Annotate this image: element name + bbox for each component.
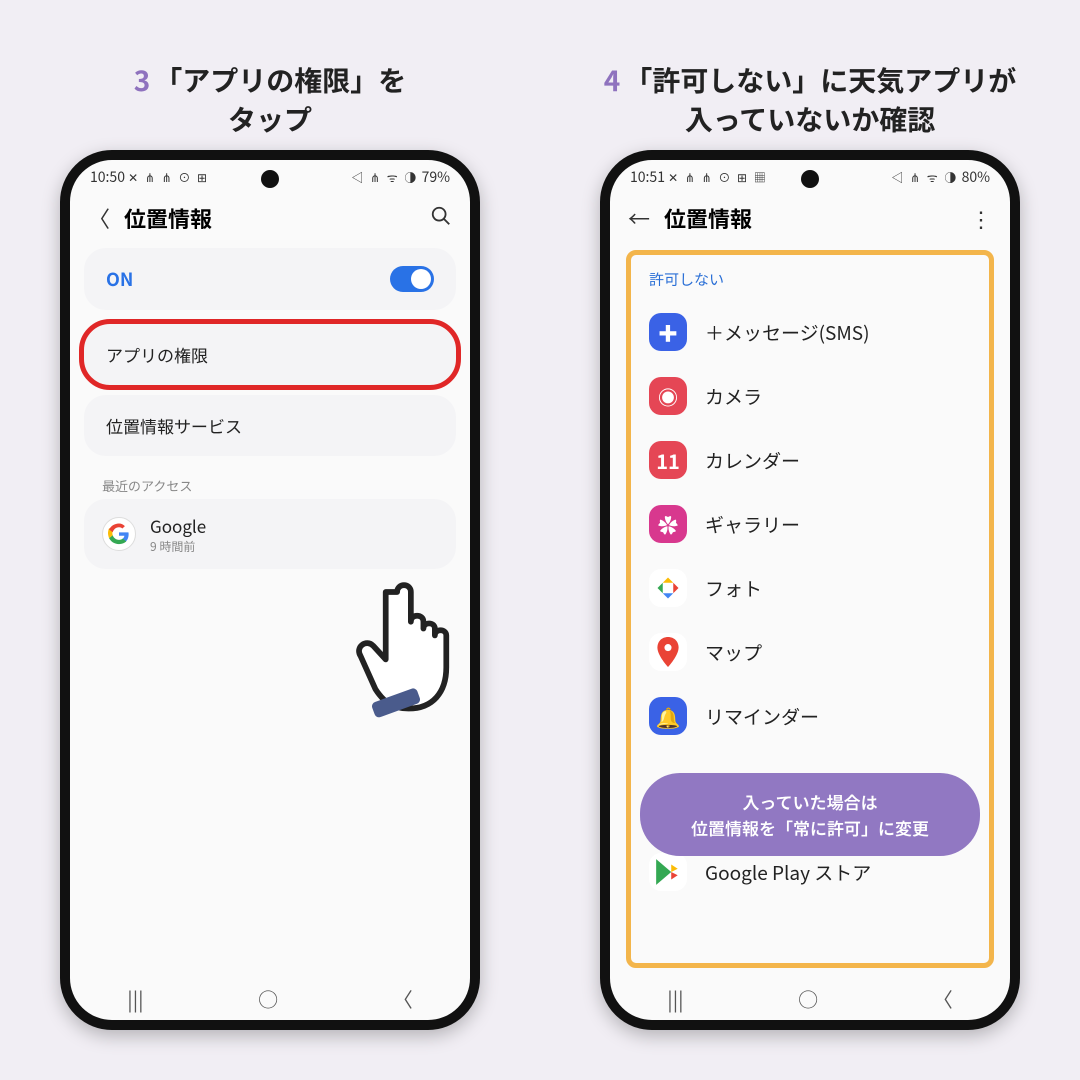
step4-caption: 4「許可しない」に天気アプリが 入っていないか確認 [604,50,1017,150]
on-label: ON [106,266,133,292]
camera-icon: ◉ [649,377,687,415]
step3-number: 3 [134,60,151,100]
step3-caption: 3「アプリの権限」を タップ [134,50,407,150]
phone-right: 10:51 ✕ ⋔ ⋔ ⊙ ⊞ ▦ ◁ ⋔ ᯤ ◑ 80% ← 位置情報 ⋮ 許… [600,150,1020,1030]
step3: 3「アプリの権限」を タップ 10:50 ✕ ⋔ ⋔ ⊙ ⊞ ◁ ⋔ ᯤ ◑ 7… [20,50,520,1030]
highlight-box: 許可しない ✚ ＋メッセージ(SMS) ◉ カメラ 11 カレンダー ✿ ギャラ… [626,250,994,968]
app-row-gallery[interactable]: ✿ ギャラリー [637,492,983,556]
playstore-icon [649,853,687,891]
page-title: 位置情報 [664,202,752,234]
app-row-camera[interactable]: ◉ カメラ [637,364,983,428]
app-row-maps[interactable]: マップ [637,620,983,684]
content: ON アプリの権限 位置情報サービス 最近のアクセス Google 9 時間前 [70,248,470,976]
phone-left: 10:50 ✕ ⋔ ⋔ ⊙ ⊞ ◁ ⋔ ᯤ ◑ 79% 〈 位置情報 ON アプ… [60,150,480,1030]
instruction-pill: 入っていた場合は 位置情報を「常に許可」に変更 [640,773,980,856]
recent-access-label: 最近のアクセス [84,466,456,499]
app-permissions-row[interactable]: アプリの権限 [84,324,456,385]
search-icon[interactable] [430,202,452,234]
nav-recent-icon[interactable]: ||| [127,984,143,1013]
app-row-photos[interactable]: フォト [637,556,983,620]
google-icon [102,517,136,551]
nav-home-icon[interactable]: ○ [798,984,818,1013]
maps-icon [649,633,687,671]
recent-app-name: Google [150,513,206,538]
calendar-icon: 11 [649,441,687,479]
photos-icon [649,569,687,607]
nav-back-icon[interactable]: 〈 [933,984,953,1013]
sms-icon: ✚ [649,313,687,351]
location-service-row[interactable]: 位置情報サービス [84,395,456,456]
app-row-calendar[interactable]: 11 カレンダー [637,428,983,492]
toggle-on-icon[interactable] [390,266,434,292]
nav-home-icon[interactable]: ○ [258,984,278,1013]
camera-hole [801,170,819,188]
location-toggle-card[interactable]: ON [84,248,456,310]
back-icon[interactable]: ← [628,202,650,234]
screen-header: 〈 位置情報 [70,194,470,248]
nav-recent-icon[interactable]: ||| [667,984,683,1013]
gallery-icon: ✿ [649,505,687,543]
more-icon[interactable]: ⋮ [970,202,992,234]
reminder-icon: 🔔 [649,697,687,735]
page-title: 位置情報 [124,202,212,234]
app-row-sms[interactable]: ✚ ＋メッセージ(SMS) [637,300,983,364]
navbar: ||| ○ 〈 [610,976,1010,1020]
recent-app-time: 9 時間前 [150,538,206,555]
step4-number: 4 [604,60,621,100]
back-icon[interactable]: 〈 [88,202,110,234]
step4: 4「許可しない」に天気アプリが 入っていないか確認 10:51 ✕ ⋔ ⋔ ⊙ … [560,50,1060,1030]
content: 許可しない ✚ ＋メッセージ(SMS) ◉ カメラ 11 カレンダー ✿ ギャラ… [610,248,1010,976]
app-row-reminder[interactable]: 🔔 リマインダー [637,684,983,748]
camera-hole [261,170,279,188]
deny-label: 許可しない [637,265,983,300]
recent-access-item[interactable]: Google 9 時間前 [84,499,456,569]
navbar: ||| ○ 〈 [70,976,470,1020]
screen-header: ← 位置情報 ⋮ [610,194,1010,248]
nav-back-icon[interactable]: 〈 [393,984,413,1013]
